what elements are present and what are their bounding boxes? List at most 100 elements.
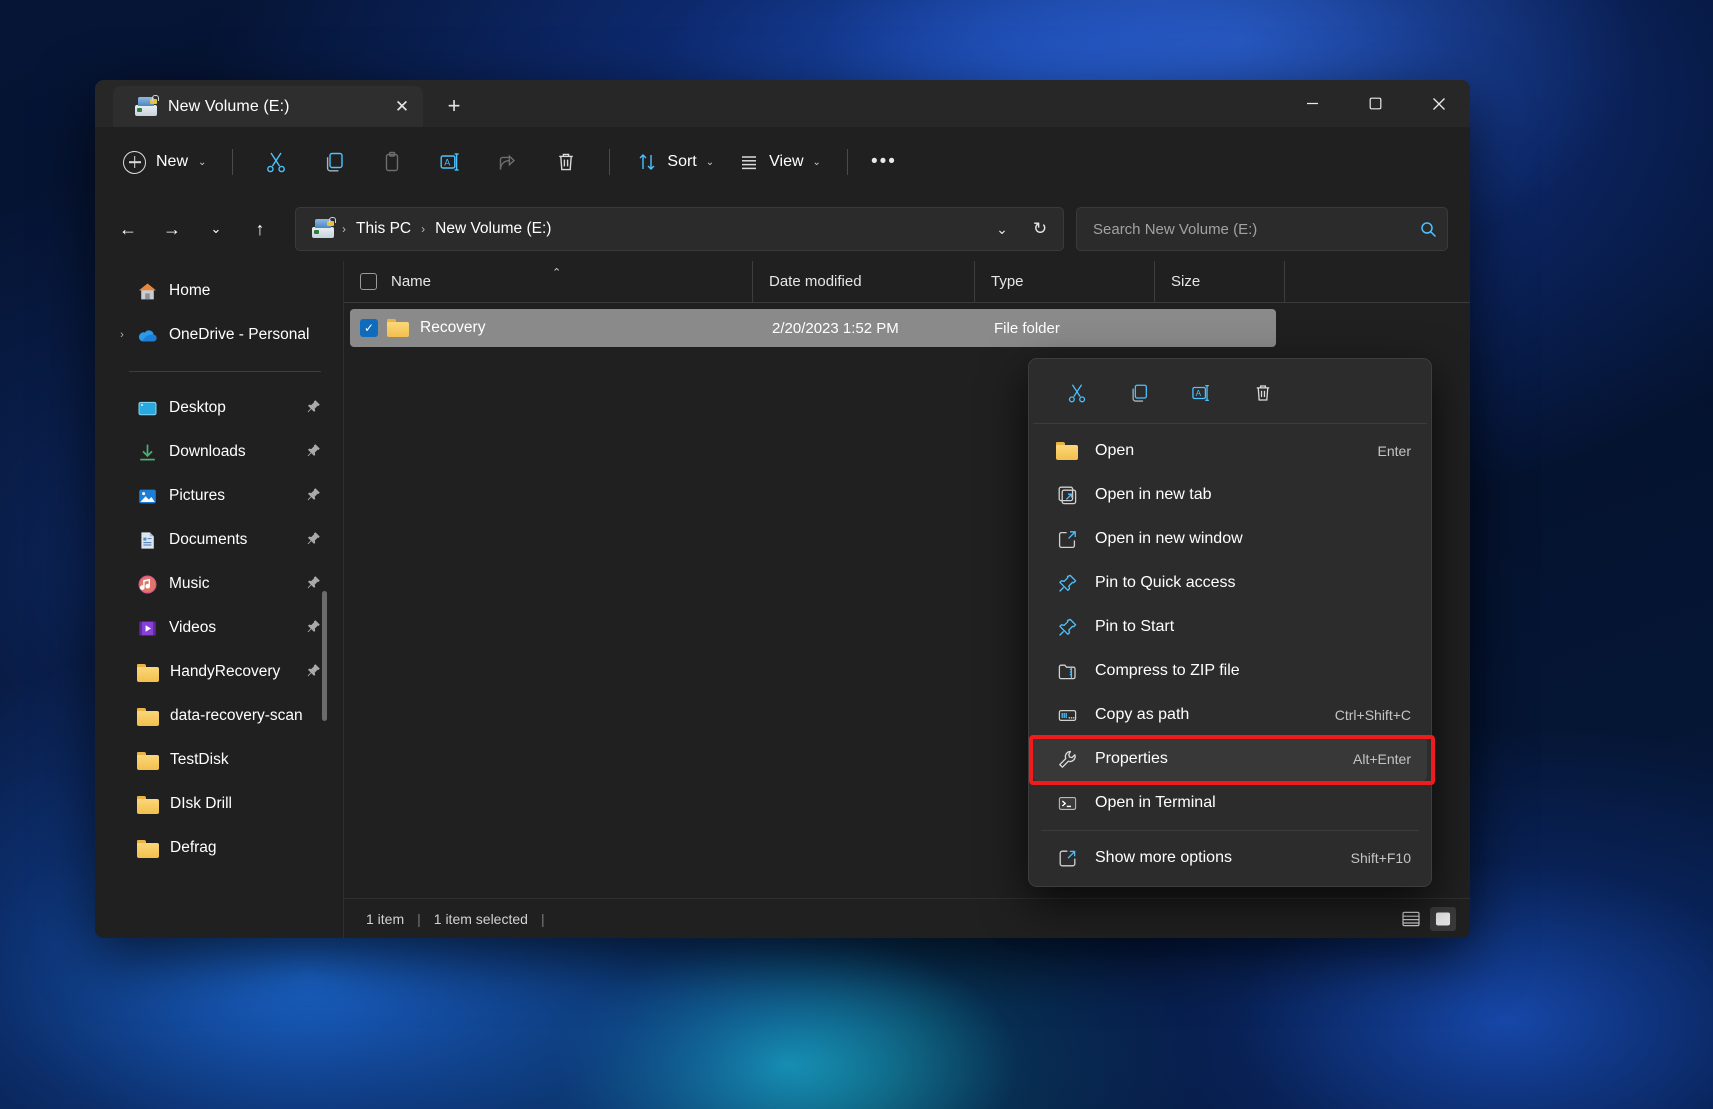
sidebar-item-label: Desktop xyxy=(169,399,226,417)
open-new-window-icon xyxy=(1055,527,1079,551)
up-button[interactable]: ↑ xyxy=(241,210,279,248)
context-menu-item-properties[interactable]: Properties Alt+Enter xyxy=(1033,737,1427,781)
search-box[interactable] xyxy=(1076,207,1448,251)
pin-icon xyxy=(306,531,321,549)
context-menu-item-accel: Ctrl+Shift+C xyxy=(1335,707,1411,723)
column-header-size[interactable]: Size xyxy=(1154,261,1284,303)
context-menu: A Open Enter Open in new xyxy=(1028,358,1432,887)
address-dropdown-icon[interactable]: ⌄ xyxy=(983,210,1021,248)
sidebar-item-label: OneDrive - Personal xyxy=(169,326,309,344)
chevron-down-icon: ⌄ xyxy=(706,157,714,168)
sidebar-item-home[interactable]: Home xyxy=(103,269,335,313)
navigation-bar: ← → ⌄ ↑ › This PC › New Volume (E:) ⌄ ↻ xyxy=(95,197,1470,261)
chevron-down-icon: ⌄ xyxy=(198,157,206,168)
sidebar-item-label: Documents xyxy=(169,531,247,549)
wrench-icon xyxy=(1055,747,1079,771)
cut-button[interactable] xyxy=(254,142,298,182)
share-button xyxy=(486,142,530,182)
context-menu-item-compress-to-zip[interactable]: Compress to ZIP file xyxy=(1033,649,1427,693)
context-delete-button[interactable] xyxy=(1243,375,1283,411)
row-checkbox[interactable]: ✓ xyxy=(360,319,378,337)
folder-icon xyxy=(1055,439,1079,463)
zip-icon xyxy=(1055,659,1079,683)
copy-path-icon xyxy=(1055,703,1079,727)
sidebar-item-handyrecovery[interactable]: HandyRecovery xyxy=(103,650,335,694)
context-cut-button[interactable] xyxy=(1057,375,1097,411)
sidebar-item-testdisk[interactable]: TestDisk xyxy=(103,738,335,782)
column-header-name[interactable]: Name ⌃ xyxy=(344,261,752,303)
svg-text:A: A xyxy=(445,157,451,167)
close-window-button[interactable] xyxy=(1407,80,1470,127)
rename-button[interactable]: A xyxy=(428,142,472,182)
back-button[interactable]: ← xyxy=(109,210,147,248)
forward-button[interactable]: → xyxy=(153,210,191,248)
context-menu-item-accel: Shift+F10 xyxy=(1351,850,1411,866)
context-menu-item-open-in-new-tab[interactable]: Open in new tab xyxy=(1033,473,1427,517)
new-tab-button[interactable]: + xyxy=(437,89,471,123)
context-menu-item-open-in-terminal[interactable]: Open in Terminal xyxy=(1033,781,1427,825)
command-bar: New ⌄ A xyxy=(95,127,1470,197)
context-menu-item-open[interactable]: Open Enter xyxy=(1033,429,1427,473)
sidebar-item-defrag[interactable]: Defrag xyxy=(103,826,335,870)
search-input[interactable] xyxy=(1093,221,1420,238)
sidebar-item-disk-drill[interactable]: DIsk Drill xyxy=(103,782,335,826)
divider xyxy=(847,149,848,175)
context-menu-item-label: Copy as path xyxy=(1095,706,1189,724)
context-menu-item-pin-to-start[interactable]: Pin to Start xyxy=(1033,605,1427,649)
breadcrumb-this-pc[interactable]: This PC xyxy=(348,216,419,242)
open-new-tab-icon xyxy=(1055,483,1079,507)
large-icons-view-toggle[interactable] xyxy=(1430,907,1456,931)
view-button[interactable]: View ⌄ xyxy=(726,142,833,182)
documents-icon xyxy=(137,530,158,551)
copy-button[interactable] xyxy=(312,142,356,182)
pin-icon xyxy=(1055,571,1079,595)
address-bar[interactable]: › This PC › New Volume (E:) ⌄ ↻ xyxy=(295,207,1064,251)
maximize-button[interactable] xyxy=(1344,80,1407,127)
tab-new-volume-e[interactable]: New Volume (E:) ✕ xyxy=(113,86,423,127)
column-header-type[interactable]: Type xyxy=(974,261,1154,303)
context-menu-item-copy-as-path[interactable]: Copy as path Ctrl+Shift+C xyxy=(1033,693,1427,737)
context-rename-button[interactable]: A xyxy=(1181,375,1221,411)
breadcrumb-new-volume[interactable]: New Volume (E:) xyxy=(427,216,559,242)
sidebar-item-onedrive[interactable]: › OneDrive - Personal xyxy=(103,313,335,357)
sidebar-item-desktop[interactable]: Desktop xyxy=(103,386,335,430)
sidebar-item-documents[interactable]: Documents xyxy=(103,518,335,562)
view-label: View xyxy=(769,153,803,171)
context-menu-item-label: Open xyxy=(1095,442,1134,460)
context-menu-divider xyxy=(1041,830,1419,831)
context-menu-item-pin-to-quick-access[interactable]: Pin to Quick access xyxy=(1033,561,1427,605)
pin-icon xyxy=(306,663,321,681)
sidebar-item-music[interactable]: Music xyxy=(103,562,335,606)
recent-locations-icon[interactable]: ⌄ xyxy=(197,210,235,248)
context-menu-item-show-more-options[interactable]: Show more options Shift+F10 xyxy=(1033,836,1427,880)
column-header-date-modified[interactable]: Date modified xyxy=(752,261,974,303)
home-icon xyxy=(137,281,158,302)
folder-icon xyxy=(387,319,409,337)
sidebar-item-data-recovery-scan[interactable]: data-recovery-scan xyxy=(103,694,335,738)
details-view-toggle[interactable] xyxy=(1398,907,1424,931)
sidebar-item-videos[interactable]: Videos xyxy=(103,606,335,650)
select-all-checkbox[interactable] xyxy=(360,273,377,290)
close-tab-icon[interactable]: ✕ xyxy=(387,92,417,122)
more-options-button[interactable]: ••• xyxy=(862,142,906,182)
sidebar-scrollbar[interactable] xyxy=(322,591,327,721)
context-copy-button[interactable] xyxy=(1119,375,1159,411)
plus-icon xyxy=(123,151,146,174)
sidebar-item-pictures[interactable]: Pictures xyxy=(103,474,335,518)
minimize-button[interactable] xyxy=(1281,80,1344,127)
breadcrumb-separator: › xyxy=(340,222,348,236)
table-row[interactable]: ✓ Recovery 2/20/2023 1:52 PM File folder xyxy=(350,309,1276,347)
context-menu-item-open-in-new-window[interactable]: Open in new window xyxy=(1033,517,1427,561)
file-type: File folder xyxy=(994,320,1174,337)
navigation-pane: Home › OneDrive - Personal xyxy=(95,261,343,938)
title-bar: New Volume (E:) ✕ + xyxy=(95,80,1470,127)
sidebar-item-downloads[interactable]: Downloads xyxy=(103,430,335,474)
column-header-label: Type xyxy=(991,273,1024,290)
status-bar: 1 item | 1 item selected | xyxy=(344,898,1470,938)
new-button[interactable]: New ⌄ xyxy=(117,142,218,182)
sort-button[interactable]: Sort ⌄ xyxy=(624,142,726,182)
context-menu-toolbar: A xyxy=(1033,365,1427,424)
delete-button[interactable] xyxy=(544,142,588,182)
refresh-icon[interactable]: ↻ xyxy=(1021,210,1059,248)
chevron-right-icon[interactable]: › xyxy=(115,329,129,341)
